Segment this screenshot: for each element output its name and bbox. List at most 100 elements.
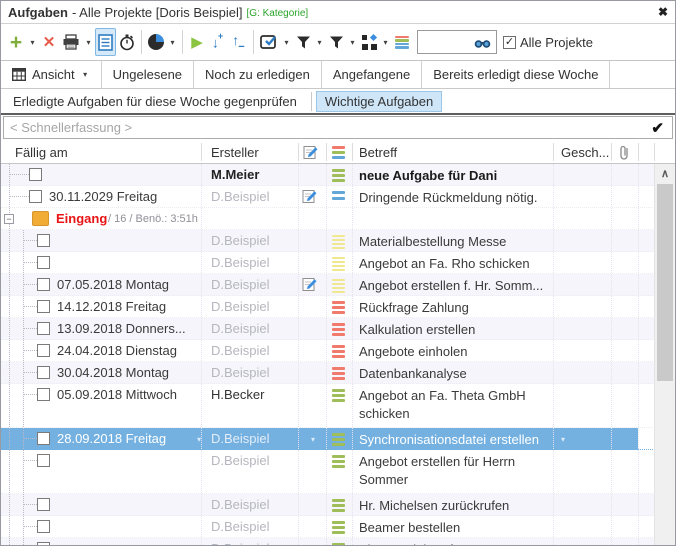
report-button[interactable]	[95, 28, 116, 56]
binoculars-icon[interactable]	[474, 36, 491, 49]
column-creator[interactable]: Ersteller	[211, 145, 259, 160]
task-checkbox[interactable]	[37, 300, 50, 313]
tab-ansicht[interactable]: Ansicht▾	[1, 61, 102, 88]
timer-button[interactable]	[117, 28, 137, 56]
filter-dropdown[interactable]: ▾	[314, 38, 325, 47]
task-row[interactable]: 05.09.2018 MittwochH.BeckerAngebot an Fa…	[1, 384, 675, 428]
print-dropdown[interactable]: ▾	[83, 38, 94, 47]
task-row[interactable]: 14.12.2018 FreitagD.BeispielRückfrage Za…	[1, 296, 675, 318]
vertical-scrollbar[interactable]: ∧	[654, 164, 675, 545]
tab-angefangene[interactable]: Angefangene	[322, 61, 422, 88]
task-checkbox[interactable]	[37, 498, 50, 511]
subject: Angebot erstellen für Herrn Sommer	[359, 453, 553, 489]
search-input[interactable]	[418, 32, 474, 52]
task-checkbox[interactable]	[37, 388, 50, 401]
tab-erledigte-aufgaben-für-diese-woche-gegen[interactable]: Erledigte Aufgaben für diese Woche gegen…	[5, 92, 312, 111]
task-checkbox[interactable]	[37, 542, 50, 546]
tab-bereits-erledigt-diese-woche[interactable]: Bereits erledigt diese Woche	[422, 61, 610, 88]
add-task-dropdown[interactable]: ▾	[27, 38, 38, 47]
grouping-dropdown[interactable]: ▾	[380, 38, 391, 47]
move-down-button[interactable]: ↓+	[208, 28, 228, 56]
priority-green-icon[interactable]	[332, 433, 345, 446]
tasks-check-dropdown[interactable]: ▾	[281, 38, 292, 47]
column-priority-icon[interactable]	[332, 146, 345, 159]
column-attachment-icon[interactable]	[618, 144, 630, 161]
add-task-button[interactable]: +	[6, 28, 26, 56]
priority-green-icon[interactable]	[332, 389, 345, 402]
due-date: 24.04.2018 Dienstag	[57, 343, 177, 358]
collapse-icon[interactable]: −	[4, 214, 14, 224]
priority-yellow-icon[interactable]	[332, 257, 345, 271]
task-row[interactable]: 13.09.2018 Donners...D.BeispielKalkulati…	[1, 318, 675, 340]
priority-red-icon[interactable]	[332, 367, 345, 380]
window-title-context: - Alle Projekte [Doris Beispiel]	[72, 5, 243, 20]
task-row[interactable]: D.BeispielMaterialbestellung Messe	[1, 230, 675, 252]
task-checkbox[interactable]	[37, 432, 50, 445]
tab-noch-zu-erledigen[interactable]: Noch zu erledigen	[194, 61, 322, 88]
scrollbar-thumb[interactable]	[657, 184, 673, 381]
task-checkbox[interactable]	[37, 344, 50, 357]
pie-chart-dropdown[interactable]: ▾	[167, 38, 178, 47]
priority-list-button[interactable]	[392, 28, 412, 56]
column-due[interactable]: Fällig am	[15, 145, 68, 160]
group-row[interactable]: −Eingang/ 16 / Benö.: 3:51h	[1, 208, 675, 230]
chevron-down-icon[interactable]: ▾	[81, 70, 90, 79]
tasks-check-button[interactable]	[258, 28, 280, 56]
close-icon[interactable]: ✖	[658, 5, 668, 19]
task-checkbox[interactable]	[37, 256, 50, 269]
priority-green-icon[interactable]	[332, 169, 345, 182]
grouping-button[interactable]	[359, 28, 379, 56]
cell-dropdown-icon[interactable]: ▾	[561, 435, 565, 444]
task-row[interactable]: 07.05.2018 MontagD.BeispielAngebot erste…	[1, 274, 675, 296]
task-row[interactable]: M.Meierneue Aufgabe für Dani	[1, 164, 675, 186]
confirm-icon[interactable]: ✔	[643, 119, 672, 137]
task-row[interactable]: 28.09.2018 FreitagD.BeispielSynchronisat…	[1, 428, 675, 450]
column-business[interactable]: Gesch...	[561, 145, 609, 160]
start-button[interactable]: ▶	[187, 28, 207, 56]
filter-button[interactable]	[293, 28, 313, 56]
task-checkbox[interactable]	[29, 190, 42, 203]
priority-green-icon[interactable]	[332, 521, 345, 534]
pie-chart-button[interactable]	[146, 28, 166, 56]
edit-note-icon[interactable]	[302, 276, 318, 292]
priority-blue-icon[interactable]	[332, 191, 345, 200]
priority-yellow-icon[interactable]	[332, 279, 345, 293]
column-subject[interactable]: Betreff	[359, 145, 397, 160]
task-row[interactable]: D.BeispielAngebot erstellen für Herrn So…	[1, 450, 675, 494]
priority-red-icon[interactable]	[332, 301, 345, 314]
task-row[interactable]: 24.04.2018 DienstagD.BeispielAngebote ei…	[1, 340, 675, 362]
task-checkbox[interactable]	[37, 454, 50, 467]
filter2-button[interactable]	[326, 28, 346, 56]
task-checkbox[interactable]	[29, 168, 42, 181]
quick-entry-input[interactable]	[4, 120, 643, 135]
priority-green-icon[interactable]	[332, 455, 345, 468]
column-edit-icon[interactable]	[303, 144, 319, 160]
task-checkbox[interactable]	[37, 520, 50, 533]
priority-green-icon[interactable]	[332, 499, 345, 512]
move-down-icon: ↓+	[212, 35, 224, 50]
scroll-up-icon[interactable]: ∧	[655, 164, 675, 183]
priority-red-icon[interactable]	[332, 345, 345, 358]
task-row[interactable]: D.BeispielAngebot an Fa. Rho schicken	[1, 252, 675, 274]
print-button[interactable]	[60, 28, 82, 56]
task-checkbox[interactable]	[37, 278, 50, 291]
priority-red-icon[interactable]	[332, 323, 345, 336]
task-row[interactable]: 30.11.2029 FreitagD.BeispielDringende Rü…	[1, 186, 675, 208]
tab-wichtige-aufgaben[interactable]: Wichtige Aufgaben	[316, 91, 442, 112]
task-row[interactable]: D.BeispielBeamer bestellen	[1, 516, 675, 538]
tab-ungelesene[interactable]: Ungelesene	[102, 61, 194, 88]
task-row[interactable]: 30.04.2018 MontagD.BeispielDatenbankanal…	[1, 362, 675, 384]
task-checkbox[interactable]	[37, 322, 50, 335]
priority-yellow-icon[interactable]	[332, 235, 345, 249]
task-checkbox[interactable]	[37, 366, 50, 379]
delete-button[interactable]: ✕	[39, 28, 59, 56]
due-date: 30.04.2018 Montag	[57, 365, 169, 380]
task-row[interactable]: D.BeispielHr. Michelsen zurückrufen	[1, 494, 675, 516]
task-checkbox[interactable]	[37, 234, 50, 247]
task-row[interactable]: D.BeispielSitzung einberufen	[1, 538, 675, 546]
edit-note-icon[interactable]	[302, 188, 318, 204]
alle-projekte-toggle[interactable]: ✓ Alle Projekte	[503, 35, 593, 50]
move-up-button[interactable]: ↑−	[229, 28, 249, 56]
filter2-dropdown[interactable]: ▾	[347, 38, 358, 47]
cell-dropdown-icon[interactable]: ▾	[311, 435, 315, 444]
